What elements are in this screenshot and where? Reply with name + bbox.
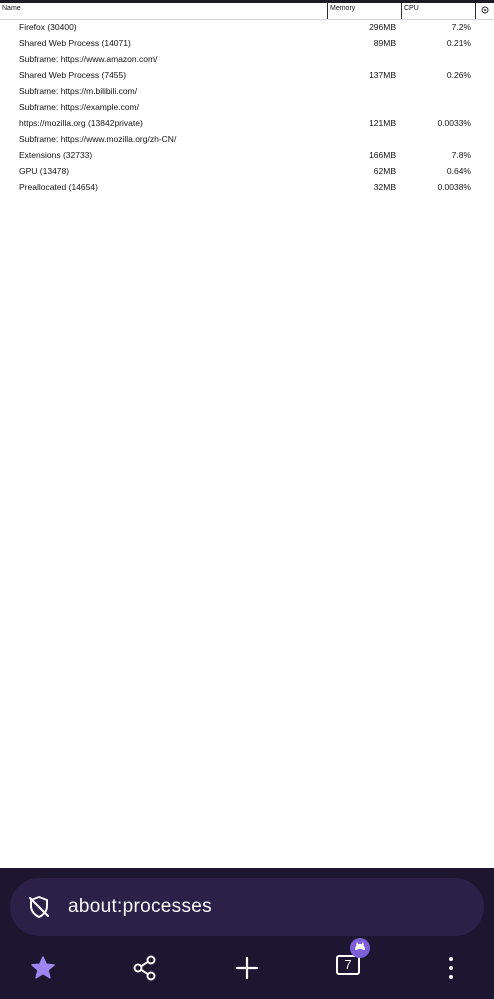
process-table-header: Name Memory CPU	[0, 3, 494, 20]
table-row[interactable]: Subframe: https://example.com/	[0, 99, 494, 115]
browser-bottom-bar: about:processes 7	[0, 868, 494, 999]
plus-icon[interactable]	[231, 952, 263, 984]
share-icon[interactable]	[129, 952, 161, 984]
process-memory: 62MB	[373, 166, 396, 176]
private-mask-icon	[350, 938, 370, 958]
column-separator[interactable]	[401, 3, 402, 19]
table-row[interactable]: Shared Web Process (14071) 89MB 0.21%	[0, 35, 494, 51]
column-name-header[interactable]: Name	[2, 5, 21, 12]
process-name: https://mozilla.org (13842private)	[19, 118, 143, 128]
table-row[interactable]: Subframe: https://www.amazon.com/	[0, 51, 494, 67]
shield-off-icon[interactable]	[26, 894, 52, 920]
gear-icon[interactable]	[479, 4, 491, 16]
column-memory-header[interactable]: Memory	[330, 5, 355, 12]
column-separator[interactable]	[327, 3, 328, 19]
process-cpu: 0.0038%	[437, 182, 471, 192]
table-row[interactable]: GPU (13478) 62MB 0.64%	[0, 163, 494, 179]
bottom-toolbar: 7	[0, 938, 494, 988]
process-cpu: 0.64%	[446, 166, 471, 176]
table-row[interactable]: Extensions (32733) 166MB 7.8%	[0, 147, 494, 163]
column-separator[interactable]	[475, 3, 476, 19]
process-cpu: 7.2%	[451, 22, 471, 32]
process-memory: 32MB	[373, 182, 396, 192]
star-icon[interactable]	[27, 952, 59, 984]
tab-count[interactable]: 7	[336, 955, 360, 975]
process-name: Shared Web Process (14071)	[19, 38, 131, 48]
table-row[interactable]: https://mozilla.org (13842private) 121MB…	[0, 115, 494, 131]
process-name: Preallocated (14654)	[19, 182, 98, 192]
column-cpu-header[interactable]: CPU	[404, 5, 419, 12]
process-list: Firefox (30400) 296MB 7.2% Shared Web Pr…	[0, 19, 494, 195]
url-bar[interactable]: about:processes	[10, 878, 484, 936]
process-name: Subframe: https://example.com/	[19, 102, 139, 112]
process-memory: 137MB	[369, 70, 396, 80]
table-row[interactable]: Subframe: https://www.mozilla.org/zh-CN/	[0, 131, 494, 147]
process-name: Extensions (32733)	[19, 150, 93, 160]
process-memory: 89MB	[373, 38, 396, 48]
table-row[interactable]: Preallocated (14654) 32MB 0.0038%	[0, 179, 494, 195]
table-row[interactable]: Subframe: https://m.bilibili.com/	[0, 83, 494, 99]
process-memory: 296MB	[369, 22, 396, 32]
url-text[interactable]: about:processes	[68, 896, 212, 918]
process-name: Shared Web Process (7455)	[19, 70, 127, 80]
process-cpu: 0.0033%	[437, 118, 471, 128]
process-name: Subframe: https://www.mozilla.org/zh-CN/	[19, 134, 177, 144]
process-name: GPU (13478)	[19, 166, 70, 176]
table-row[interactable]: Shared Web Process (7455) 137MB 0.26%	[0, 67, 494, 83]
more-vertical-icon[interactable]	[435, 952, 467, 984]
process-cpu: 7.8%	[451, 150, 471, 160]
table-row[interactable]: Firefox (30400) 296MB 7.2%	[0, 19, 494, 35]
process-name: Firefox (30400)	[19, 22, 77, 32]
process-name: Subframe: https://www.amazon.com/	[19, 54, 158, 64]
process-memory: 121MB	[369, 118, 396, 128]
process-memory: 166MB	[369, 150, 396, 160]
process-cpu: 0.26%	[446, 70, 471, 80]
process-cpu: 0.21%	[446, 38, 471, 48]
process-name: Subframe: https://m.bilibili.com/	[19, 86, 138, 96]
